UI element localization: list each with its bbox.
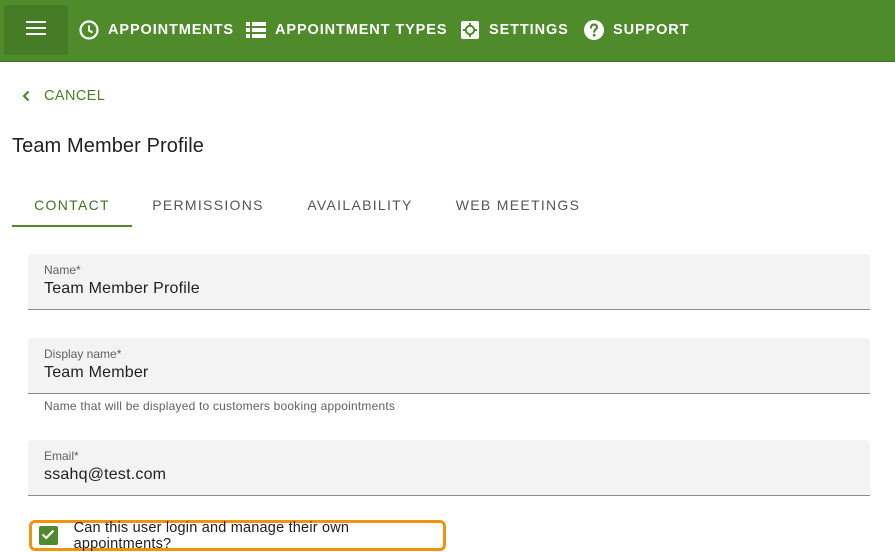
nav-support-label: SUPPORT [613, 22, 690, 38]
page-title: Team Member Profile [12, 135, 204, 157]
cancel-button[interactable]: CANCEL [22, 86, 105, 106]
tab-contact[interactable]: CONTACT [12, 183, 132, 227]
login-permission-checkbox-row[interactable]: Can this user login and manage their own… [29, 519, 446, 552]
tab-web-meetings-label: WEB MEETINGS [455, 197, 581, 213]
nav-appointment-types[interactable]: APPOINTMENT TYPES [245, 0, 447, 60]
nav-settings[interactable]: SETTINGS [459, 0, 569, 60]
nav-appointment-types-label: APPOINTMENT TYPES [275, 22, 448, 38]
display-name-field-label: Display name* [44, 347, 122, 361]
tab-permissions[interactable]: PERMISSIONS [144, 183, 272, 227]
chevron-left-icon [22, 90, 30, 102]
top-nav-bar: APPOINTMENTS APPOINTMENT TYPES SETTINGS … [0, 0, 895, 62]
email-field-label: Email* [44, 449, 79, 463]
nav-appointments-label: APPOINTMENTS [108, 22, 234, 38]
hamburger-icon [26, 20, 46, 40]
tab-contact-label: CONTACT [34, 197, 110, 213]
tab-permissions-label: PERMISSIONS [152, 197, 264, 213]
nav-appointments[interactable]: APPOINTMENTS [78, 0, 234, 60]
active-tab-indicator [12, 225, 132, 227]
display-name-hint: Name that will be displayed to customers… [44, 399, 396, 413]
tab-availability[interactable]: AVAILABILITY [296, 183, 424, 227]
tab-availability-label: AVAILABILITY [307, 197, 413, 213]
name-field-label: Name* [44, 263, 81, 277]
name-field-value[interactable]: Team Member Profile [44, 280, 200, 298]
clock-icon [78, 19, 100, 41]
nav-settings-label: SETTINGS [489, 22, 569, 38]
login-permission-checkbox-label: Can this user login and manage their own… [73, 519, 350, 552]
email-field-value[interactable]: ssahq@test.com [44, 466, 166, 484]
list-icon [245, 19, 267, 41]
help-icon [583, 19, 605, 41]
display-name-field[interactable]: Display name* Team Member [28, 338, 870, 394]
login-permission-checkbox[interactable] [39, 526, 58, 545]
menu-button[interactable] [4, 5, 68, 55]
name-field[interactable]: Name* Team Member Profile [28, 254, 870, 310]
gear-icon [459, 19, 481, 41]
cancel-label: CANCEL [44, 88, 106, 104]
email-field[interactable]: Email* ssahq@test.com [28, 440, 870, 496]
nav-support[interactable]: SUPPORT [583, 0, 689, 60]
display-name-field-value[interactable]: Team Member [44, 364, 148, 382]
checkmark-icon [41, 527, 55, 545]
tab-web-meetings[interactable]: WEB MEETINGS [448, 183, 588, 227]
